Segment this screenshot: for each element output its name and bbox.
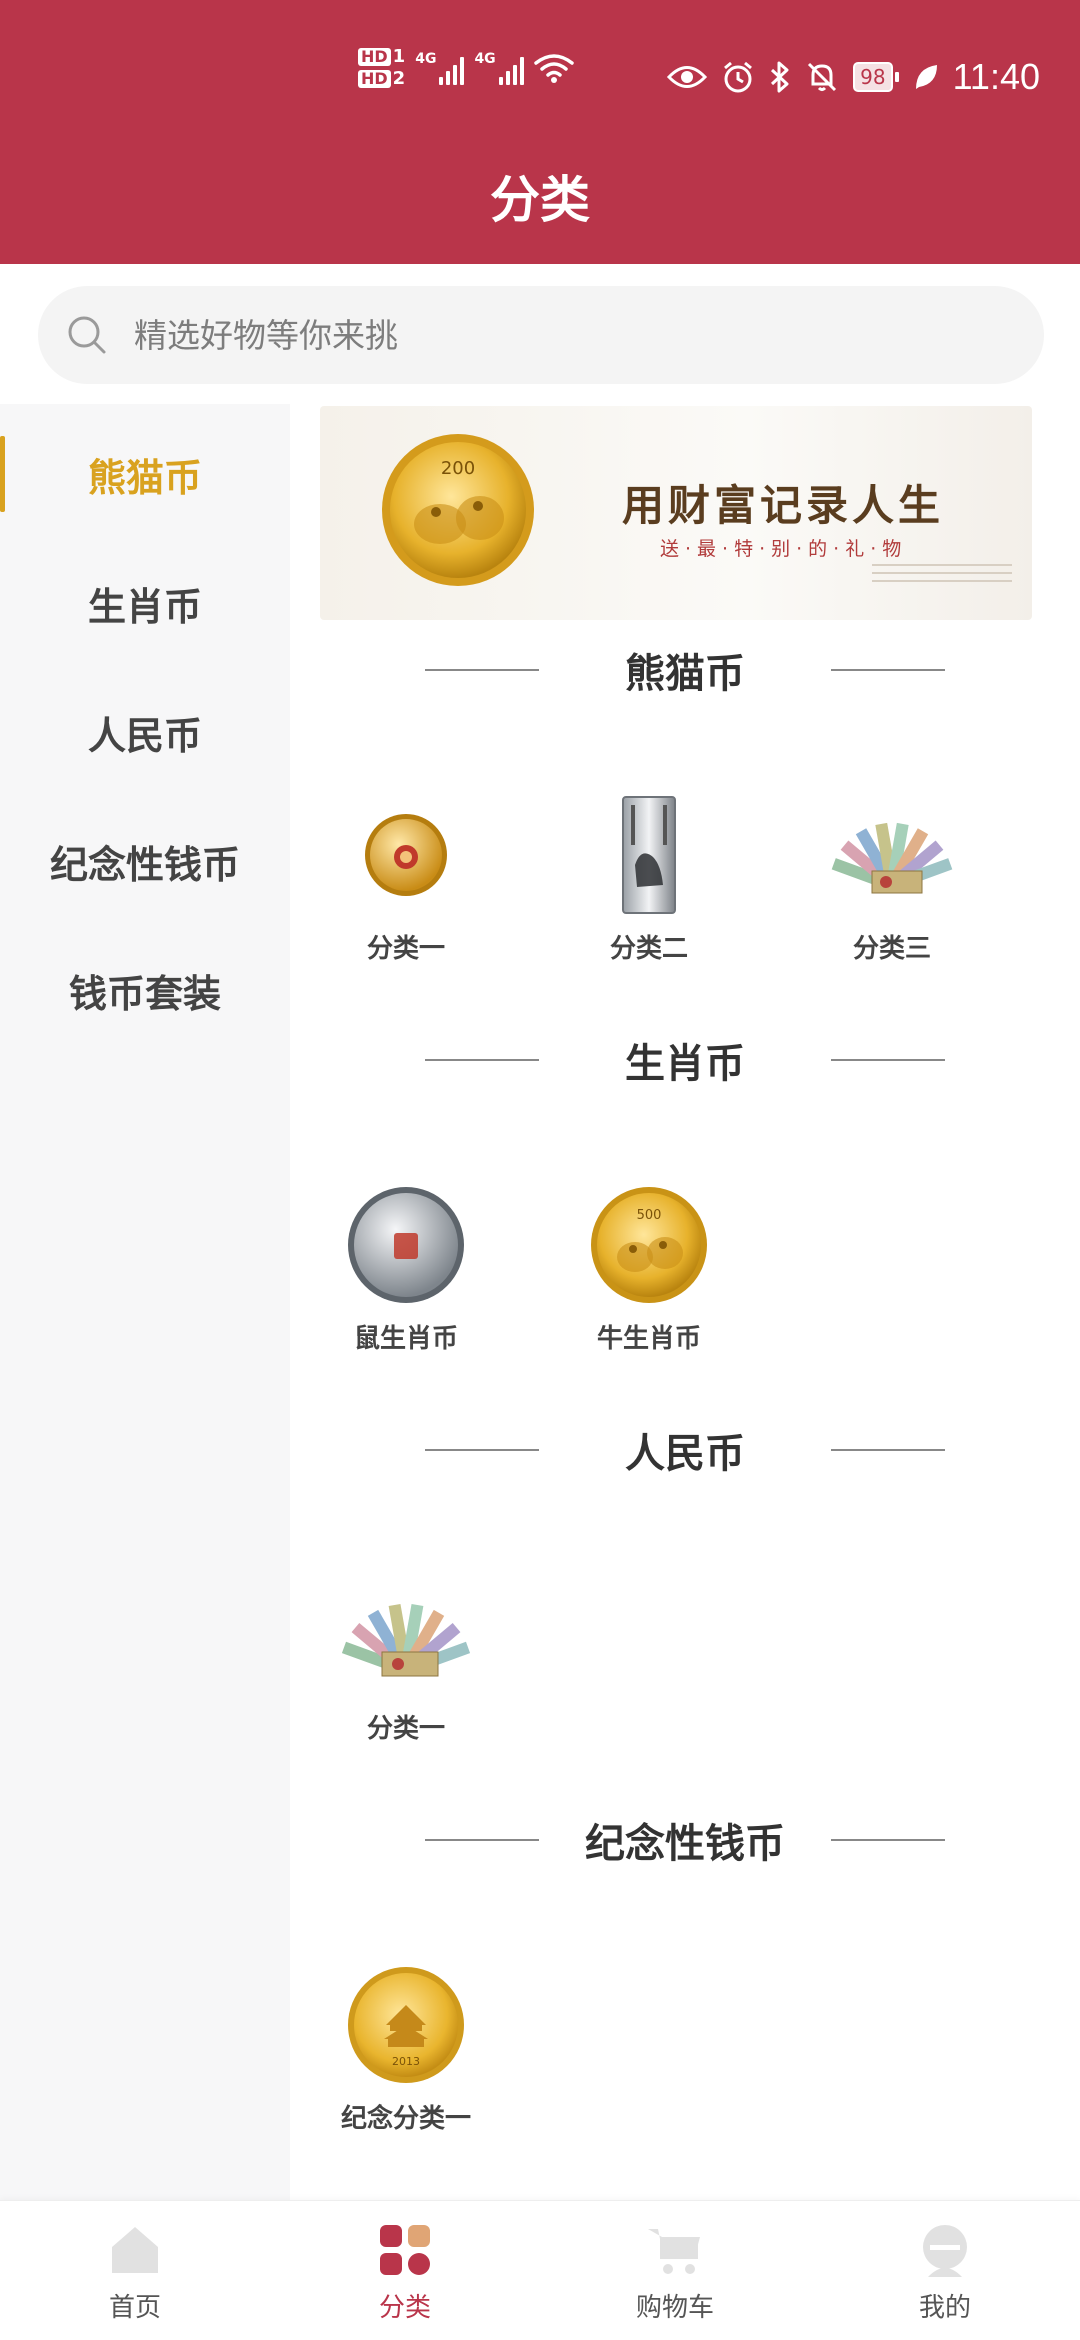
cart-icon xyxy=(648,2229,700,2274)
silver-bar-icon xyxy=(622,796,676,914)
status-bar: HD 1 HD 2 4G 4G 98 11:40 xyxy=(0,0,1080,150)
leaf-icon xyxy=(915,65,937,89)
status-time: 11:40 xyxy=(952,56,1040,97)
svg-text:200: 200 xyxy=(441,458,475,479)
panda-gold-coin-icon: 500 xyxy=(591,1187,707,1303)
search-icon xyxy=(68,316,106,354)
sidebar-item-coin-sets[interactable]: 钱币套装 xyxy=(0,926,290,1054)
sidebar-item-panda-coin[interactable]: 熊猫币 xyxy=(0,410,290,538)
active-indicator xyxy=(0,436,5,512)
section-title-zodiac: 生肖币 xyxy=(290,1030,1080,1090)
sidebar-item-rmb[interactable]: 人民币 xyxy=(0,668,290,796)
sidebar-item-label: 钱币套装 xyxy=(68,971,221,1016)
sidebar-item-label: 生肖币 xyxy=(87,584,202,629)
category-item[interactable]: 分类一 xyxy=(321,1570,491,1750)
banknote-fan-icon xyxy=(831,822,953,894)
banknote-fan-icon xyxy=(342,1603,470,1677)
mute-bell-icon xyxy=(808,62,837,92)
section-title-commemorative: 纪念性钱币 xyxy=(290,1810,1080,1870)
hd-indicators: HD 1 HD 2 xyxy=(358,48,405,88)
sidebar-item-zodiac-coin[interactable]: 生肖币 xyxy=(0,539,290,667)
signal-icon-1: 4G xyxy=(415,51,465,85)
banner-decoration xyxy=(872,564,1012,594)
tab-category[interactable]: 分类 xyxy=(270,2201,540,2340)
promo-banner[interactable]: 200 用财富记录人生 送·最·特·别·的·礼·物 xyxy=(320,406,1032,620)
svg-text:500: 500 xyxy=(637,1208,662,1223)
category-item[interactable]: 分类一 xyxy=(321,790,491,970)
app-header: HD 1 HD 2 4G 4G 98 11:40 分类 xyxy=(0,0,1080,264)
profile-icon xyxy=(923,2225,967,2277)
category-item[interactable]: 2013 纪念分类一 xyxy=(321,1960,491,2140)
sidebar-item-label: 熊猫币 xyxy=(87,455,202,500)
section-title-panda: 熊猫币 xyxy=(290,640,1080,700)
sidebar-item-label: 人民币 xyxy=(87,713,202,758)
gold-coin-icon xyxy=(365,814,447,896)
status-right: 98 11:40 xyxy=(667,56,1040,98)
category-item[interactable]: 500 牛生肖币 xyxy=(564,1180,734,1360)
eye-icon xyxy=(667,66,708,88)
svg-text:2013: 2013 xyxy=(392,2055,420,2068)
banner-subtitle: 送·最·特·别·的·礼·物 xyxy=(660,538,908,560)
tab-cart[interactable]: 购物车 xyxy=(540,2201,810,2340)
category-icon xyxy=(380,2225,430,2275)
wifi-icon xyxy=(533,54,574,83)
category-item[interactable]: 分类三 xyxy=(807,790,977,970)
app-root: HD 1 HD 2 4G 4G 98 11:40 分类 精选好物等你来挑 熊猫币… xyxy=(0,0,1080,2340)
sidebar-item-commemorative[interactable]: 纪念性钱币 xyxy=(0,797,290,925)
search-input[interactable] xyxy=(134,286,994,384)
tab-home[interactable]: 首页 xyxy=(0,2201,270,2340)
temple-gold-coin-icon: 2013 xyxy=(348,1967,464,2083)
alarm-icon xyxy=(724,61,753,93)
search-bar[interactable] xyxy=(38,286,1044,384)
category-item[interactable]: 分类二 xyxy=(564,790,734,970)
tab-profile[interactable]: 我的 xyxy=(810,2201,1080,2340)
hd-badge-2: HD 2 xyxy=(358,70,405,88)
banner-title: 用财富记录人生 xyxy=(622,481,945,530)
battery-icon: 98 xyxy=(853,62,899,92)
page-title: 分类 xyxy=(490,171,590,229)
category-sidebar: 熊猫币 生肖币 人民币 纪念性钱币 钱币套装 xyxy=(0,404,290,2200)
hd-badge-1: HD 1 xyxy=(358,48,405,66)
section-title-rmb: 人民币 xyxy=(290,1420,1080,1480)
signal-icon-2: 4G xyxy=(474,51,524,85)
status-left: HD 1 HD 2 4G 4G xyxy=(358,48,574,88)
category-content: 200 用财富记录人生 送·最·特·别·的·礼·物 熊猫币 分类一 分类二 分类… xyxy=(290,404,1080,2200)
sidebar-item-label: 纪念性钱币 xyxy=(49,842,240,887)
silver-coin-icon xyxy=(348,1187,464,1303)
panda-gold-coin-icon: 200 xyxy=(382,434,534,586)
bluetooth-icon xyxy=(771,61,789,93)
bottom-tab-bar: 首页 分类 购物车 我的 xyxy=(0,2200,1080,2340)
category-item[interactable]: 鼠生肖币 xyxy=(321,1180,491,1360)
home-icon xyxy=(112,2227,158,2273)
